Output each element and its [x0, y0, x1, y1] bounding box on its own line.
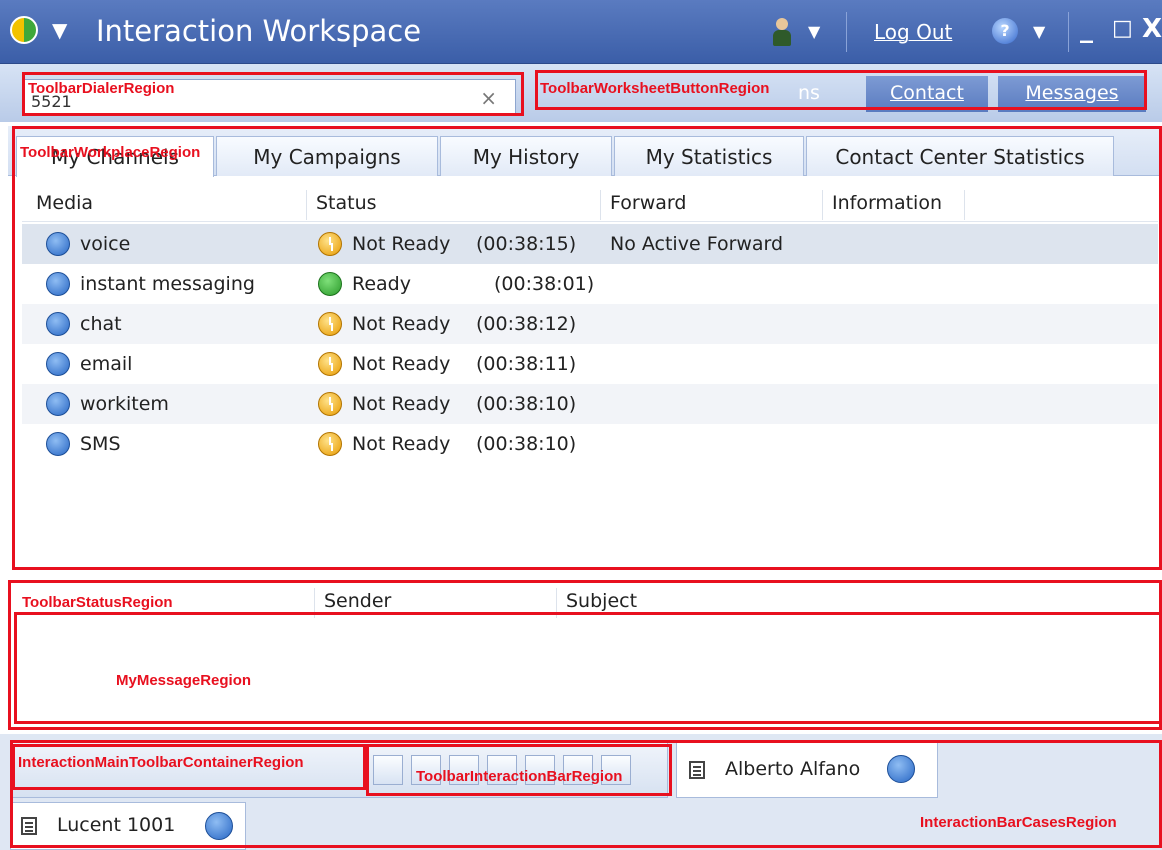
tab-my-history[interactable]: My History	[440, 136, 612, 176]
column-header-subject[interactable]: Subject	[566, 590, 637, 612]
status-duration: (00:38:11)	[476, 353, 577, 375]
workitem-icon	[46, 392, 70, 416]
email-icon	[46, 352, 70, 376]
region-label-main-toolbar: InteractionMainToolbarContainerRegion	[18, 754, 304, 771]
media-name: SMS	[80, 433, 121, 455]
region-label-my-message: MyMessageRegion	[116, 672, 252, 689]
window-title: Interaction Workspace	[96, 14, 422, 48]
case-tab-alberto-alfano[interactable]: Alberto Alfano	[676, 740, 938, 798]
media-name: workitem	[80, 393, 169, 415]
column-divider	[822, 190, 823, 220]
status-duration: (00:38:10)	[476, 433, 577, 455]
sms-icon	[46, 432, 70, 456]
media-name: chat	[80, 313, 122, 335]
channel-row-email[interactable]: email Not Ready (00:38:11)	[22, 344, 1158, 384]
status-text: Not Ready	[352, 433, 451, 455]
chat-icon	[46, 312, 70, 336]
ready-status-icon	[318, 272, 342, 296]
media-name: voice	[80, 233, 131, 255]
region-label-status: ToolbarStatusRegion	[22, 594, 173, 611]
messages-panel: Sender Subject	[8, 582, 1162, 730]
tab-my-statistics[interactable]: My Statistics	[614, 136, 804, 176]
app-logo-icon[interactable]	[10, 16, 38, 44]
not-ready-status-icon	[318, 352, 342, 376]
region-label-worksheet: ToolbarWorksheetButtonRegion	[540, 80, 770, 97]
not-ready-status-icon	[318, 392, 342, 416]
column-divider	[556, 588, 557, 618]
status-duration: (00:38:15)	[476, 233, 577, 255]
column-header-information[interactable]: Information	[832, 192, 942, 214]
case-name: Alberto Alfano	[725, 758, 861, 780]
status-text: Ready	[352, 273, 411, 295]
status-text: Not Ready	[352, 233, 451, 255]
column-divider	[314, 588, 315, 618]
region-label-workplace: ToolbarWorkplaceRegion	[20, 144, 201, 161]
status-text: Not Ready	[352, 393, 451, 415]
title-separator	[1068, 12, 1069, 52]
close-icon[interactable]: X	[1142, 14, 1162, 44]
voice-icon	[887, 755, 915, 783]
title-bar: ▼ Interaction Workspace ▼ Log Out ? ▼ _ …	[0, 0, 1162, 64]
column-header-forward[interactable]: Forward	[610, 192, 686, 214]
column-header-sender[interactable]: Sender	[324, 590, 391, 612]
status-duration: (00:38:12)	[476, 313, 577, 335]
region-label-interaction-bar: ToolbarInteractionBarRegion	[416, 768, 623, 785]
contact-button[interactable]: Contact	[866, 76, 988, 112]
media-name: email	[80, 353, 133, 375]
status-duration: (00:38:01)	[494, 273, 595, 295]
channel-row-sms[interactable]: SMS Not Ready (00:38:10)	[22, 424, 1158, 464]
help-dropdown-icon[interactable]: ▼	[1033, 22, 1045, 41]
case-document-icon	[21, 817, 37, 835]
app-menu-arrow-icon[interactable]: ▼	[52, 18, 67, 42]
column-header-media[interactable]: Media	[36, 192, 93, 214]
channel-row-instant-messaging[interactable]: instant messaging Ready (00:38:01)	[22, 264, 1158, 304]
column-header-status[interactable]: Status	[316, 192, 377, 214]
status-duration: (00:38:10)	[476, 393, 577, 415]
channel-row-workitem[interactable]: workitem Not Ready (00:38:10)	[22, 384, 1158, 424]
interactions-button[interactable]: ns	[760, 76, 858, 112]
workplace-panel: My Channels My Campaigns My History My S…	[8, 126, 1162, 576]
interaction-bar: Alberto Alfano Lucent 1001	[0, 734, 1162, 850]
channels-grid-header: Media Status Forward Information	[22, 186, 1158, 222]
region-label-dialer: ToolbarDialerRegion	[28, 80, 175, 97]
column-divider	[600, 190, 601, 220]
column-divider	[964, 190, 965, 220]
agent-status-dropdown-icon[interactable]: ▼	[808, 22, 820, 41]
channel-row-chat[interactable]: chat Not Ready (00:38:12)	[22, 304, 1158, 344]
messages-grid-header: Sender Subject	[8, 588, 1162, 618]
voice-icon	[46, 232, 70, 256]
title-separator	[846, 12, 847, 52]
messages-button[interactable]: Messages	[998, 76, 1146, 112]
maximize-icon[interactable]: □	[1112, 16, 1133, 41]
email-icon[interactable]	[373, 755, 403, 785]
case-tab-lucent-1001[interactable]: Lucent 1001	[10, 802, 246, 850]
status-text: Not Ready	[352, 313, 451, 335]
region-label-cases: InteractionBarCasesRegion	[920, 814, 1117, 831]
column-divider	[306, 190, 307, 220]
case-document-icon	[689, 761, 705, 779]
agent-status-icon[interactable]	[772, 18, 792, 46]
not-ready-status-icon	[318, 312, 342, 336]
media-name: instant messaging	[80, 273, 255, 295]
logout-link[interactable]: Log Out	[874, 20, 952, 44]
instant-messaging-icon	[46, 272, 70, 296]
forward-text: No Active Forward	[610, 233, 784, 255]
status-text: Not Ready	[352, 353, 451, 375]
not-ready-status-icon	[318, 432, 342, 456]
case-name: Lucent 1001	[57, 814, 176, 836]
help-icon[interactable]: ?	[992, 18, 1018, 44]
clear-icon[interactable]: ×	[480, 86, 497, 110]
minimize-icon[interactable]: _	[1080, 14, 1093, 44]
tab-my-campaigns[interactable]: My Campaigns	[216, 136, 438, 176]
not-ready-status-icon	[318, 232, 342, 256]
tab-contact-center-statistics[interactable]: Contact Center Statistics	[806, 136, 1114, 176]
instant-messaging-icon	[205, 812, 233, 840]
channel-row-voice[interactable]: voice Not Ready (00:38:15) No Active For…	[22, 224, 1158, 264]
